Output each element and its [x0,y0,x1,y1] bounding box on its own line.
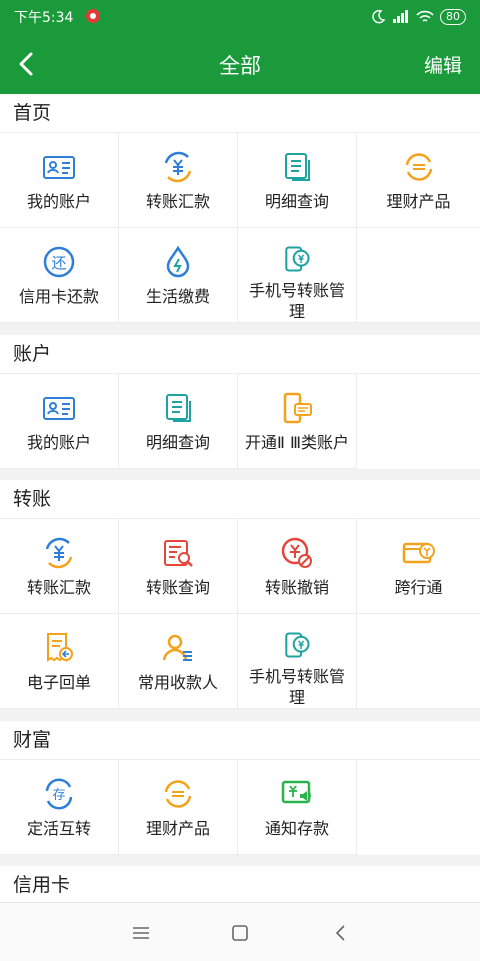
grid-item-transfer[interactable]: 转账汇款 [119,133,238,228]
grid-item-payee[interactable]: 常用收款人 [119,614,238,709]
account-card-icon [43,397,75,420]
grid-item-label: 定活互转 [26,819,91,838]
grid-item-label: 我的账户 [26,192,91,211]
statement-icon [285,153,310,181]
grid-item-label: 手机号转账管理 [248,281,345,321]
function-grid: 转账汇款 转账查询 转账撤销 跨行通 电子回单 常用收款人 手机号转账管理 [0,518,480,709]
grid-item-statement[interactable]: 明细查询 [238,133,357,228]
edit-button[interactable]: 编辑 [424,51,462,78]
grid-item-open-account[interactable]: 开通Ⅱ Ⅲ类账户 [238,374,357,469]
notice-deposit-icon [281,780,311,804]
moon-icon [372,9,386,24]
grid-item-deposit-switch[interactable]: 存 定活互转 [0,760,119,855]
phone-transfer-icon [285,246,310,272]
grid-item-label: 常用收款人 [137,673,218,692]
e-receipt-icon [47,633,73,662]
system-nav-bar [0,902,480,961]
grid-item-label: 明细查询 [145,433,210,452]
back-nav-icon[interactable] [329,921,353,945]
function-grid: 存 定活互转 理财产品 通知存款 [0,759,480,855]
grid-item-statement[interactable]: 明细查询 [119,374,238,469]
grid-item-label: 我的账户 [26,433,91,452]
grid-item-label: 转账汇款 [26,578,91,597]
wealth-product-icon [405,153,432,181]
grid-item-transfer[interactable]: 转账汇款 [0,519,119,614]
wealth-product-icon [164,780,192,808]
signal-icon [393,10,408,23]
svg-text:还: 还 [51,254,66,272]
grid-item-credit-repay[interactable]: 还 信用卡还款 [0,228,119,323]
open-account-icon [283,392,312,424]
grid-item-label: 电子回单 [26,673,91,692]
transfer-query-icon [164,540,193,567]
battery-indicator: 80 [440,9,466,25]
transfer-yuan-icon [164,151,192,183]
transfer-yuan-icon [45,537,73,569]
grid-item-transfer-cancel[interactable]: 转账撤销 [238,519,357,614]
menu-icon[interactable] [129,921,153,945]
notification-icon [86,9,100,23]
status-time: 下午5:34 [14,10,74,26]
grid-item-label: 理财产品 [145,819,210,838]
section-title: 首页 [13,102,52,124]
function-grid: 我的账户 明细查询 开通Ⅱ Ⅲ类账户 [0,373,480,469]
grid-item-label: 通知存款 [264,819,329,838]
account-card-icon [43,156,75,179]
payee-icon [162,634,192,661]
grid-item-label: 明细查询 [264,192,329,211]
grid-item-label: 生活缴费 [145,287,210,306]
grid-item-interbank[interactable]: 跨行通 [357,519,480,614]
grid-item-label: 理财产品 [386,192,451,211]
water-drop-icon [166,245,190,278]
section-credit-card: 信用卡 [0,866,480,902]
grid-item-notice-deposit[interactable]: 通知存款 [238,760,357,855]
section-transfer: 转账 转账汇款 转账查询 转账撤销 跨行通 电子回单 常用收款人 手机号转账管理 [0,480,480,709]
section-account: 账户 我的账户 明细查询 开通Ⅱ Ⅲ类账户 [0,335,480,469]
section-title: 信用卡 [13,874,71,896]
wifi-icon [416,10,434,22]
grid-item-wealth[interactable]: 理财产品 [357,133,480,228]
section-title: 转账 [13,488,52,510]
grid-item-phone-transfer[interactable]: 手机号转账管理 [238,228,357,323]
svg-text:存: 存 [52,788,65,803]
statement-icon [166,394,191,422]
grid-item-my-account[interactable]: 我的账户 [0,133,119,228]
page-title: 全部 [219,54,261,78]
deposit-switch-icon: 存 [45,778,73,810]
section-title: 账户 [13,343,52,365]
section-title: 财富 [13,729,52,751]
grid-item-label: 信用卡还款 [18,287,99,306]
status-bar: 下午5:34 80 [0,0,480,34]
grid-item-label: 手机号转账管理 [248,667,345,707]
grid-item-label: 转账汇款 [145,192,210,211]
interbank-icon [402,542,435,564]
grid-item-phone-transfer[interactable]: 手机号转账管理 [238,614,357,709]
grid-empty-cell [357,228,480,323]
grid-item-label: 开通Ⅱ Ⅲ类账户 [245,433,349,452]
grid-item-life-payment[interactable]: 生活缴费 [119,228,238,323]
grid-item-label: 转账查询 [145,578,210,597]
grid-item-my-account[interactable]: 我的账户 [0,374,119,469]
grid-empty-cell [357,614,480,709]
repay-icon: 还 [43,246,75,278]
status-icons: 80 [370,7,466,27]
section-wealth: 财富 存 定活互转 理财产品 通知存款 [0,721,480,855]
grid-item-wealth[interactable]: 理财产品 [119,760,238,855]
grid-item-transfer-query[interactable]: 转账查询 [119,519,238,614]
phone-transfer-icon [285,632,310,658]
grid-item-label: 跨行通 [394,578,443,597]
home-icon[interactable] [228,921,252,945]
grid-item-label: 转账撤销 [264,578,329,597]
app-bar: 全部 编辑 [0,34,480,94]
grid-item-e-receipt[interactable]: 电子回单 [0,614,119,709]
transfer-cancel-icon [281,537,312,568]
section-home: 首页 我的账户 转账汇款 明细查询 理财产品 还 信用卡还款 生活缴费 手机号转… [0,94,480,323]
function-grid: 我的账户 转账汇款 明细查询 理财产品 还 信用卡还款 生活缴费 手机号转账管理 [0,132,480,323]
